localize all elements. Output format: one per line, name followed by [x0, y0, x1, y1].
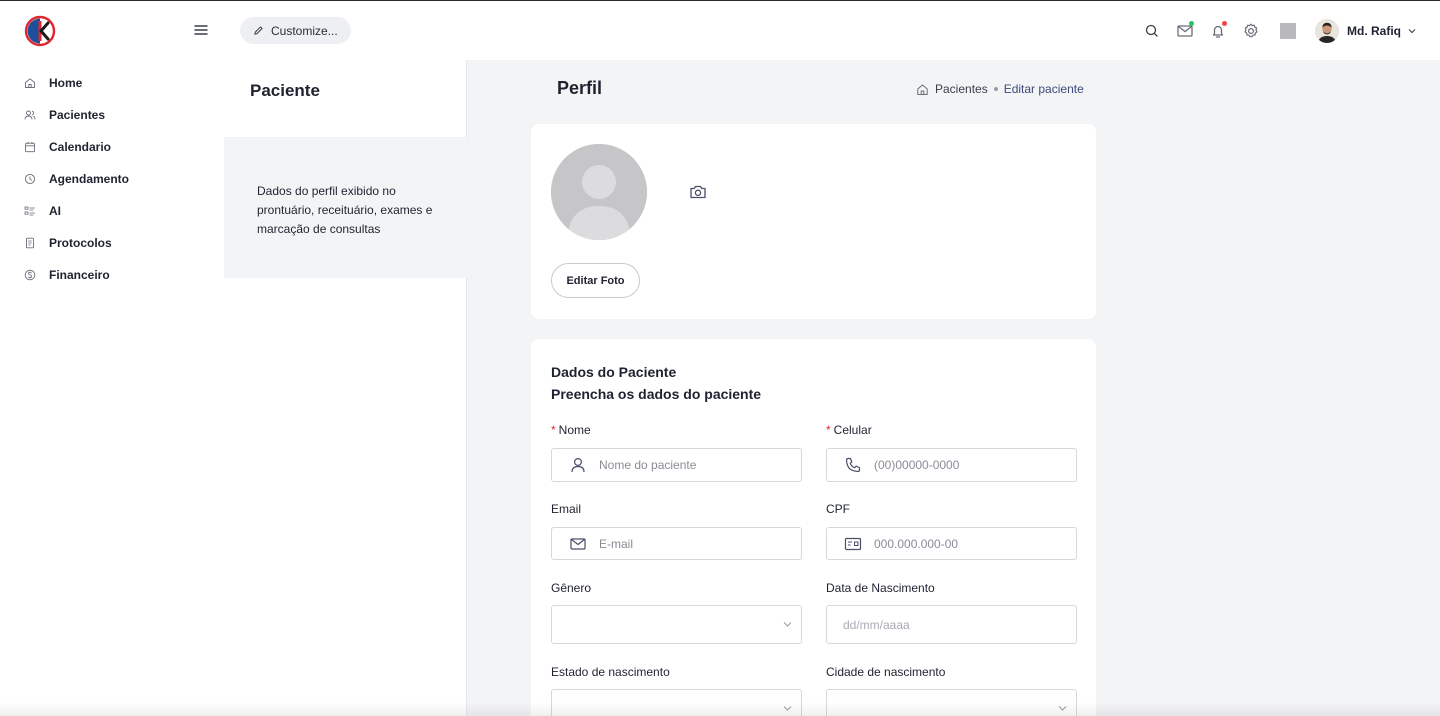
sidebar-item-home[interactable]: Home: [24, 73, 82, 93]
sidebar: Home Pacientes Calendario Agendamento AI…: [0, 60, 224, 716]
customize-button[interactable]: Customize...: [240, 17, 351, 44]
panel-description-box: Dados do perfil exibido no prontuário, r…: [224, 137, 467, 278]
nascimento-placeholder: dd/mm/aaaa: [843, 617, 910, 632]
nome-label: * Nome: [551, 423, 591, 437]
gear-icon[interactable]: [1241, 21, 1261, 41]
nome-placeholder: Nome do paciente: [599, 458, 697, 472]
cidade-label-text: Cidade de nascimento: [826, 665, 946, 679]
mail-notification-dot: [1189, 21, 1194, 26]
chevron-down-icon: [783, 621, 792, 627]
users-icon: [24, 110, 36, 120]
cpf-label: CPF: [826, 502, 850, 516]
patient-form-card: Dados do Paciente Preencha os dados do p…: [531, 339, 1096, 716]
top-actions: Md. Rafiq: [1129, 1, 1416, 61]
camera-icon[interactable]: [689, 184, 707, 200]
bell-notification-dot: [1222, 21, 1227, 26]
page-title: Perfil: [557, 78, 603, 98]
nascimento-label-text: Data de Nascimento: [826, 581, 935, 595]
estado-select[interactable]: [551, 689, 802, 716]
email-placeholder: E-mail: [599, 536, 634, 551]
sidebar-item-pacientes[interactable]: Pacientes: [24, 105, 105, 125]
sidebar-item-label: AI: [49, 204, 61, 218]
genero-select[interactable]: [551, 605, 802, 644]
pencil-icon: [254, 26, 263, 35]
sidebar-item-protocolos[interactable]: Protocolos: [24, 233, 112, 253]
ai-list-icon: [24, 206, 35, 216]
nome-field[interactable]: Nome do paciente: [551, 448, 802, 482]
sidebar-item-label: Agendamento: [49, 172, 130, 186]
edit-photo-button[interactable]: Editar Foto: [551, 263, 640, 298]
avatar: [551, 144, 647, 240]
chevron-down-icon: [1058, 705, 1067, 711]
celular-placeholder: (00)00000-0000: [874, 458, 960, 472]
nascimento-field[interactable]: dd/mm/aaaa: [826, 605, 1077, 644]
email-field[interactable]: E-mail: [551, 527, 802, 560]
sidebar-item-label: Protocolos: [49, 236, 112, 250]
sidebar-item-financeiro[interactable]: Financeiro: [24, 265, 110, 285]
celular-field[interactable]: (00)00000-0000: [826, 448, 1077, 482]
sidebar-item-agendamento[interactable]: Agendamento: [24, 169, 129, 189]
genero-label: Gênero: [551, 581, 591, 595]
sidebar-item-label: Financeiro: [49, 268, 110, 282]
cpf-placeholder: 000.000.000-00: [874, 536, 959, 551]
cidade-select[interactable]: [826, 689, 1077, 716]
profile-photo-card: Editar Foto: [531, 124, 1096, 319]
home-icon: [25, 78, 35, 88]
breadcrumb: Pacientes Editar paciente: [916, 82, 1084, 96]
email-label: Email: [551, 502, 581, 516]
sidebar-item-label: Pacientes: [49, 108, 106, 122]
user-name: Md. Rafiq: [1347, 24, 1401, 38]
customize-label: Customize...: [271, 23, 338, 38]
required-mark: *: [551, 423, 556, 437]
required-mark: *: [826, 423, 831, 437]
clock-icon: [24, 173, 36, 185]
top-bar: Customize... Md. Rafiq: [0, 0, 1440, 60]
mail-icon[interactable]: [1175, 21, 1195, 41]
user-menu[interactable]: Md. Rafiq: [1315, 19, 1416, 43]
bell-icon[interactable]: [1208, 21, 1228, 41]
section-panel: Paciente Dados do perfil exibido no pron…: [224, 60, 467, 716]
celular-label-text: Celular: [833, 423, 872, 437]
cpf-field[interactable]: 000.000.000-00: [826, 527, 1077, 560]
sidebar-item-ai[interactable]: AI: [24, 201, 61, 221]
nome-label-text: Nome: [558, 423, 591, 437]
celular-label: * Celular: [826, 423, 872, 437]
estado-label: Estado de nascimento: [551, 665, 670, 679]
cidade-label: Cidade de nascimento: [826, 665, 945, 679]
user-icon: [571, 457, 585, 473]
menu-toggle-icon[interactable]: [192, 22, 210, 38]
form-subtitle: Preencha os dados do paciente: [551, 386, 762, 402]
panel-description: Dados do perfil exibido no prontuário, r…: [257, 184, 433, 236]
panel-title: Paciente: [250, 81, 320, 100]
estado-label-text: Estado de nascimento: [551, 665, 670, 679]
cpf-label-text: CPF: [826, 502, 850, 516]
dollar-icon: [24, 269, 36, 281]
email-label-text: Email: [551, 502, 582, 516]
sidebar-item-calendario[interactable]: Calendario: [24, 137, 111, 157]
chevron-down-icon: [783, 705, 792, 711]
breadcrumb-current: Editar paciente: [1003, 82, 1084, 96]
sidebar-item-label: Home: [49, 76, 83, 90]
envelope-icon: [570, 537, 586, 550]
breadcrumb-separator: [993, 87, 998, 91]
chevron-down-icon: [1408, 29, 1416, 34]
home-icon[interactable]: [916, 83, 929, 96]
form-title: Dados do Paciente: [551, 364, 677, 380]
search-icon[interactable]: [1142, 21, 1162, 41]
calendar-icon: [25, 142, 35, 153]
genero-label-text: Gênero: [551, 581, 592, 595]
nascimento-label: Data de Nascimento: [826, 581, 935, 595]
document-icon: [26, 237, 34, 249]
avatar: [1315, 19, 1339, 43]
app-logo[interactable]: [24, 15, 56, 47]
breadcrumb-link-pacientes[interactable]: Pacientes: [935, 82, 988, 96]
sidebar-item-label: Calendario: [49, 140, 112, 154]
id-card-icon: [844, 537, 862, 550]
placeholder-square[interactable]: [1280, 23, 1296, 39]
phone-icon: [845, 457, 861, 473]
